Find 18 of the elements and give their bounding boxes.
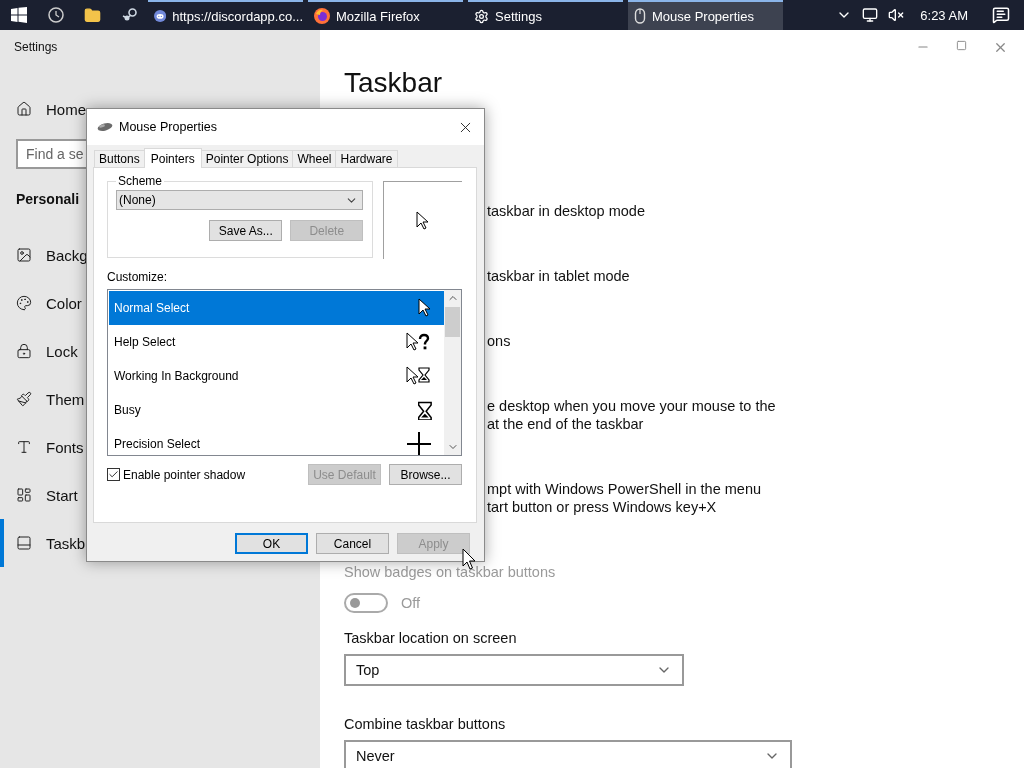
setting-label: ons (487, 332, 511, 350)
setting-label: at the end of the taskbar (487, 415, 644, 433)
page-heading: Taskbar (344, 67, 443, 99)
setting-label: Taskbar location on screen (344, 630, 518, 646)
setting-label: taskbar in desktop mode (487, 202, 645, 220)
section-heading: Personali (15, 190, 81, 209)
window-title: Settings (13, 39, 59, 56)
customize-label: Customize: (107, 270, 169, 284)
setting-label: e desktop when you move your mouse to the (487, 397, 776, 415)
setting-label: tart button or press Windows key+X (487, 498, 717, 516)
setting-label: taskbar in tablet mode (487, 267, 630, 285)
group-label: Scheme (117, 174, 164, 188)
setting-label: mpt with Windows PowerShell in the menu (487, 480, 761, 498)
setting-label: Show badges on taskbar buttons (344, 563, 556, 581)
checkbox-label: Enable pointer shadow (123, 467, 246, 482)
setting-label: Combine taskbar buttons (344, 716, 507, 732)
dialog-title: Mouse Properties (119, 120, 218, 134)
toggle-state: Off (401, 594, 421, 612)
